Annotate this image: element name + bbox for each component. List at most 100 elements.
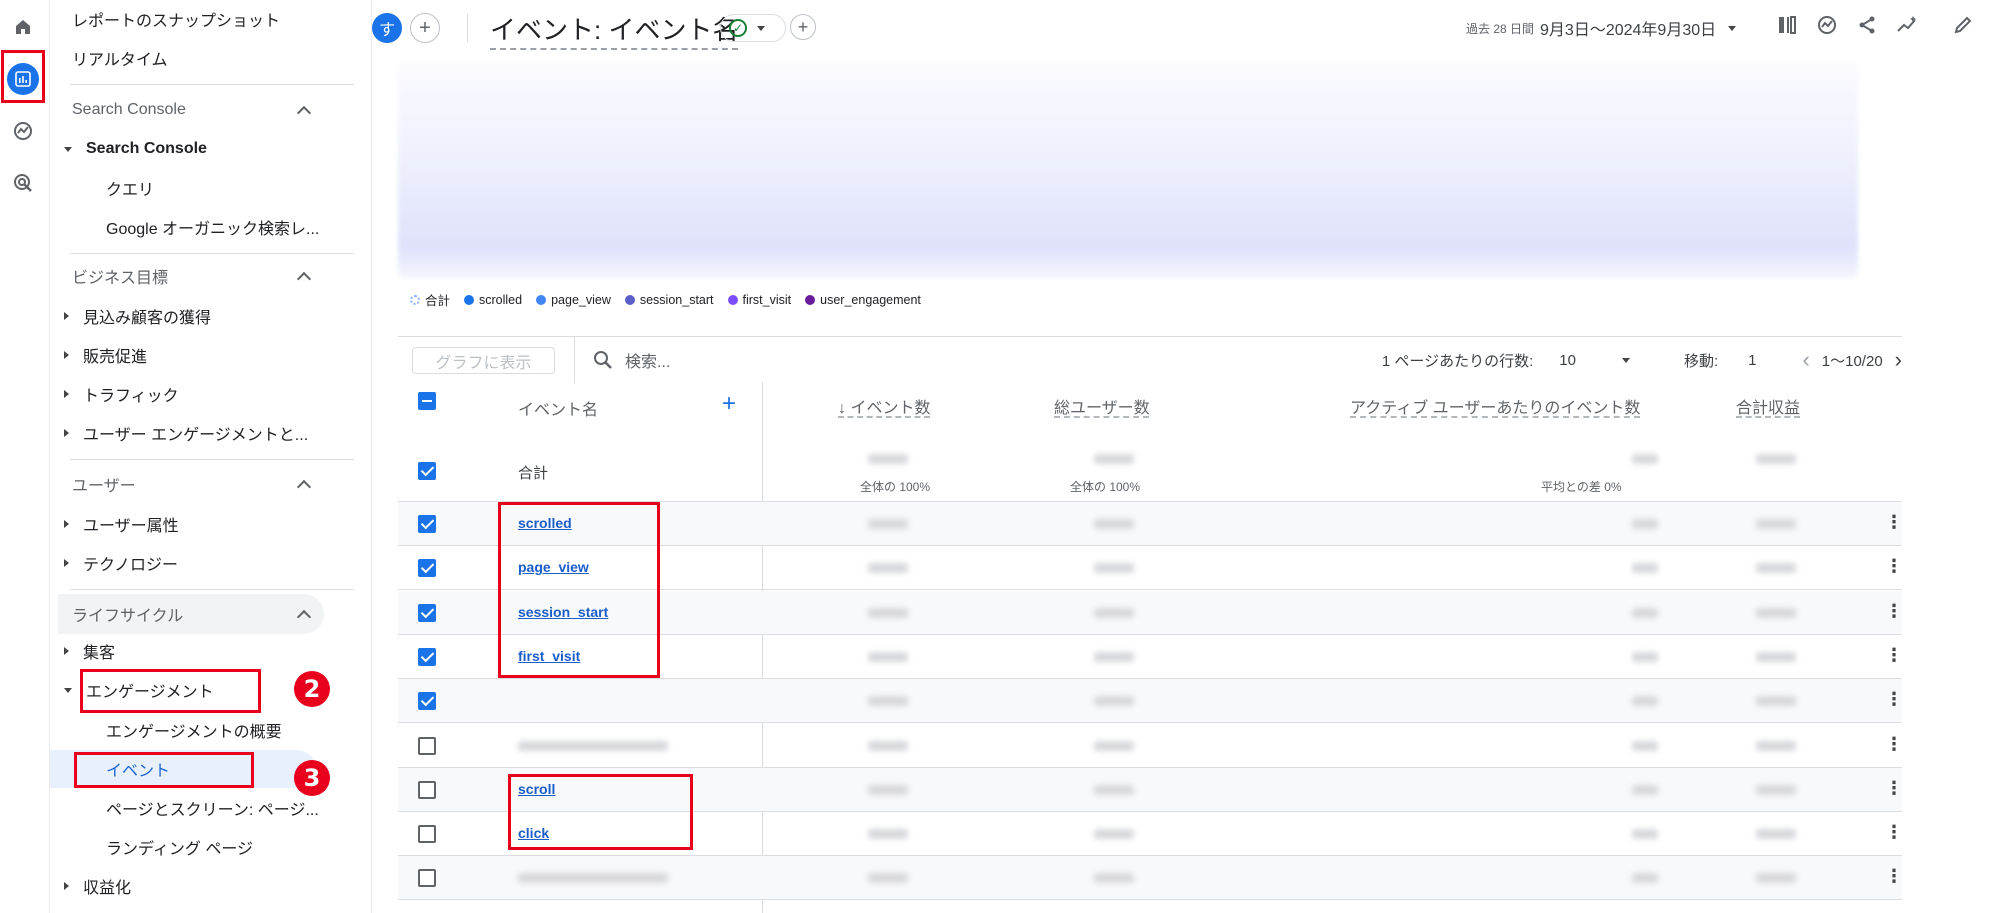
icon-rail [0, 0, 50, 913]
nav-item-monetization[interactable]: 収益化 [64, 868, 131, 904]
nav-item-traffic[interactable]: トラフィック [64, 376, 179, 412]
add-comparison-button[interactable]: + [410, 13, 440, 43]
total-row-checkbox[interactable] [418, 462, 436, 480]
row-checkbox[interactable] [418, 559, 436, 578]
metric-cell-blurred [1632, 519, 1658, 529]
legend-item-first-visit[interactable]: first_visit [727, 293, 791, 307]
compare-icon[interactable] [1774, 12, 1800, 38]
nav-item-user-engagement[interactable]: ユーザー エンゲージメントと... [64, 415, 308, 451]
date-range-value: 9月3日～2024年9月30日 [1540, 22, 1717, 39]
line-chart-blurred [398, 62, 1858, 278]
nav-section-lifecycle[interactable]: ライフサイクル [72, 596, 183, 632]
legend-item-session-start[interactable]: session_start [624, 293, 714, 307]
nav-item-organic-search[interactable]: Google オーガニック検索レ... [106, 209, 319, 245]
search-input[interactable]: 検索... [574, 337, 670, 383]
column-header-event-name[interactable]: イベント名 [518, 396, 598, 420]
column-header-event-count[interactable]: ↓ イベント数 [838, 394, 930, 418]
event-count-total-note: 全体の 100% [860, 480, 931, 494]
table-row: ⋮ [398, 856, 1903, 901]
column-header-events-per-user[interactable]: アクティブ ユーザーあたりのイベント数 [1350, 394, 1640, 418]
row-checkbox[interactable] [418, 603, 436, 622]
nav-item-acquisition[interactable]: 集客 [64, 633, 115, 669]
row-menu-icon[interactable]: ⋮ [1885, 734, 1903, 755]
nav-item-queries[interactable]: クエリ [106, 170, 154, 206]
collapse-icon[interactable] [296, 479, 312, 495]
metric-cell-blurred [1632, 696, 1658, 707]
row-checkbox[interactable] [418, 515, 436, 533]
table-row: ⋮ [398, 679, 1903, 724]
advertising-icon[interactable] [4, 164, 42, 202]
chevron-right-icon [64, 647, 69, 655]
home-icon[interactable] [4, 8, 42, 46]
add-filter-button[interactable]: + [790, 14, 816, 40]
plot-rows-button[interactable]: グラフに表示 [412, 347, 555, 374]
share-icon[interactable] [1854, 12, 1880, 38]
insights-icon[interactable] [1814, 12, 1840, 38]
nav-item-realtime[interactable]: リアルタイム [72, 40, 168, 76]
chevron-down-icon [64, 687, 72, 693]
goto-page-input[interactable]: 1 [1748, 352, 1756, 369]
nav-item-snapshot[interactable]: レポートのスナップショット [72, 1, 280, 37]
column-header-total-users[interactable]: 総ユーザー数 [1054, 394, 1150, 418]
nav-section-user[interactable]: ユーザー [72, 466, 136, 502]
nav-item-technology[interactable]: テクノロジー [64, 545, 178, 581]
explore-icon[interactable] [4, 112, 42, 150]
nav-item-demographics[interactable]: ユーザー属性 [64, 506, 179, 542]
select-all-checkbox[interactable] [418, 392, 436, 410]
prev-page-icon[interactable]: ‹ [1802, 347, 1809, 373]
legend-item-user-engagement[interactable]: user_engagement [805, 293, 921, 307]
nav-item-leads[interactable]: 見込み顧客の獲得 [64, 298, 211, 334]
legend-item-page-view[interactable]: page_view [536, 293, 611, 307]
column-header-total-revenue[interactable]: 合計収益 [1736, 394, 1800, 418]
row-checkbox[interactable] [418, 647, 436, 666]
add-dimension-button[interactable]: + [722, 390, 736, 418]
row-checkbox[interactable] [418, 736, 436, 755]
next-page-icon[interactable]: › [1895, 347, 1902, 373]
metric-cell-blurred [1094, 519, 1134, 529]
metric-cell-blurred [868, 563, 908, 574]
row-checkbox[interactable] [418, 692, 436, 711]
row-menu-icon[interactable]: ⋮ [1885, 689, 1903, 710]
row-menu-icon[interactable]: ⋮ [1885, 556, 1903, 577]
check-icon: ✓ [729, 19, 747, 37]
metric-cell-blurred [1632, 651, 1658, 662]
events-per-user-total-note: 平均との差 0% [1541, 480, 1622, 494]
status-dropdown[interactable]: ✓ [720, 14, 786, 42]
metric-cell-blurred [1756, 607, 1796, 618]
page-title[interactable]: イベント: イベント名 [490, 10, 739, 50]
collapse-icon[interactable] [296, 105, 312, 121]
chevron-right-icon [64, 559, 69, 567]
row-menu-icon[interactable]: ⋮ [1885, 645, 1903, 666]
row-menu-icon[interactable]: ⋮ [1885, 601, 1903, 622]
legend-item-scrolled[interactable]: scrolled [464, 293, 522, 307]
avatar[interactable]: す [372, 13, 402, 43]
row-menu-icon[interactable]: ⋮ [1885, 822, 1903, 843]
total-users-total-note: 全体の 100% [1070, 480, 1141, 494]
row-checkbox[interactable] [418, 825, 436, 844]
annotation-badge-2: 2 [294, 671, 330, 707]
row-menu-icon[interactable]: ⋮ [1885, 512, 1903, 533]
metric-cell-blurred [1094, 829, 1134, 840]
nav-section-business-goals[interactable]: ビジネス目標 [72, 258, 168, 294]
nav-item-search-console[interactable]: Search Console [64, 131, 207, 167]
date-range-picker[interactable]: 過去 28 日間 9月3日～2024年9月30日 [1466, 16, 1737, 40]
metric-cell-blurred [1632, 784, 1658, 795]
chevron-down-icon [64, 146, 72, 152]
nav-item-sales[interactable]: 販売促進 [64, 337, 147, 373]
nav-item-landing-page[interactable]: ランディング ページ [106, 829, 253, 865]
chevron-down-icon[interactable] [1621, 357, 1630, 363]
collapse-icon[interactable] [296, 271, 312, 287]
row-menu-icon[interactable]: ⋮ [1885, 778, 1903, 799]
edit-icon[interactable] [1950, 12, 1976, 38]
row-checkbox[interactable] [418, 869, 436, 888]
nav-section-search-console[interactable]: Search Console [72, 92, 186, 128]
row-checkbox[interactable] [418, 780, 436, 799]
sparkle-trend-icon[interactable] [1894, 12, 1920, 38]
metric-cell-blurred [1094, 563, 1134, 574]
row-menu-icon[interactable]: ⋮ [1885, 866, 1903, 887]
legend-item-total[interactable]: 合計 [410, 290, 450, 309]
nav-item-pages-screens[interactable]: ページとスクリーン: ページ... [106, 790, 319, 826]
rows-per-page-select[interactable]: 10 [1559, 352, 1576, 369]
search-icon [594, 351, 612, 369]
nav-item-engagement-overview[interactable]: エンゲージメントの概要 [106, 712, 282, 748]
